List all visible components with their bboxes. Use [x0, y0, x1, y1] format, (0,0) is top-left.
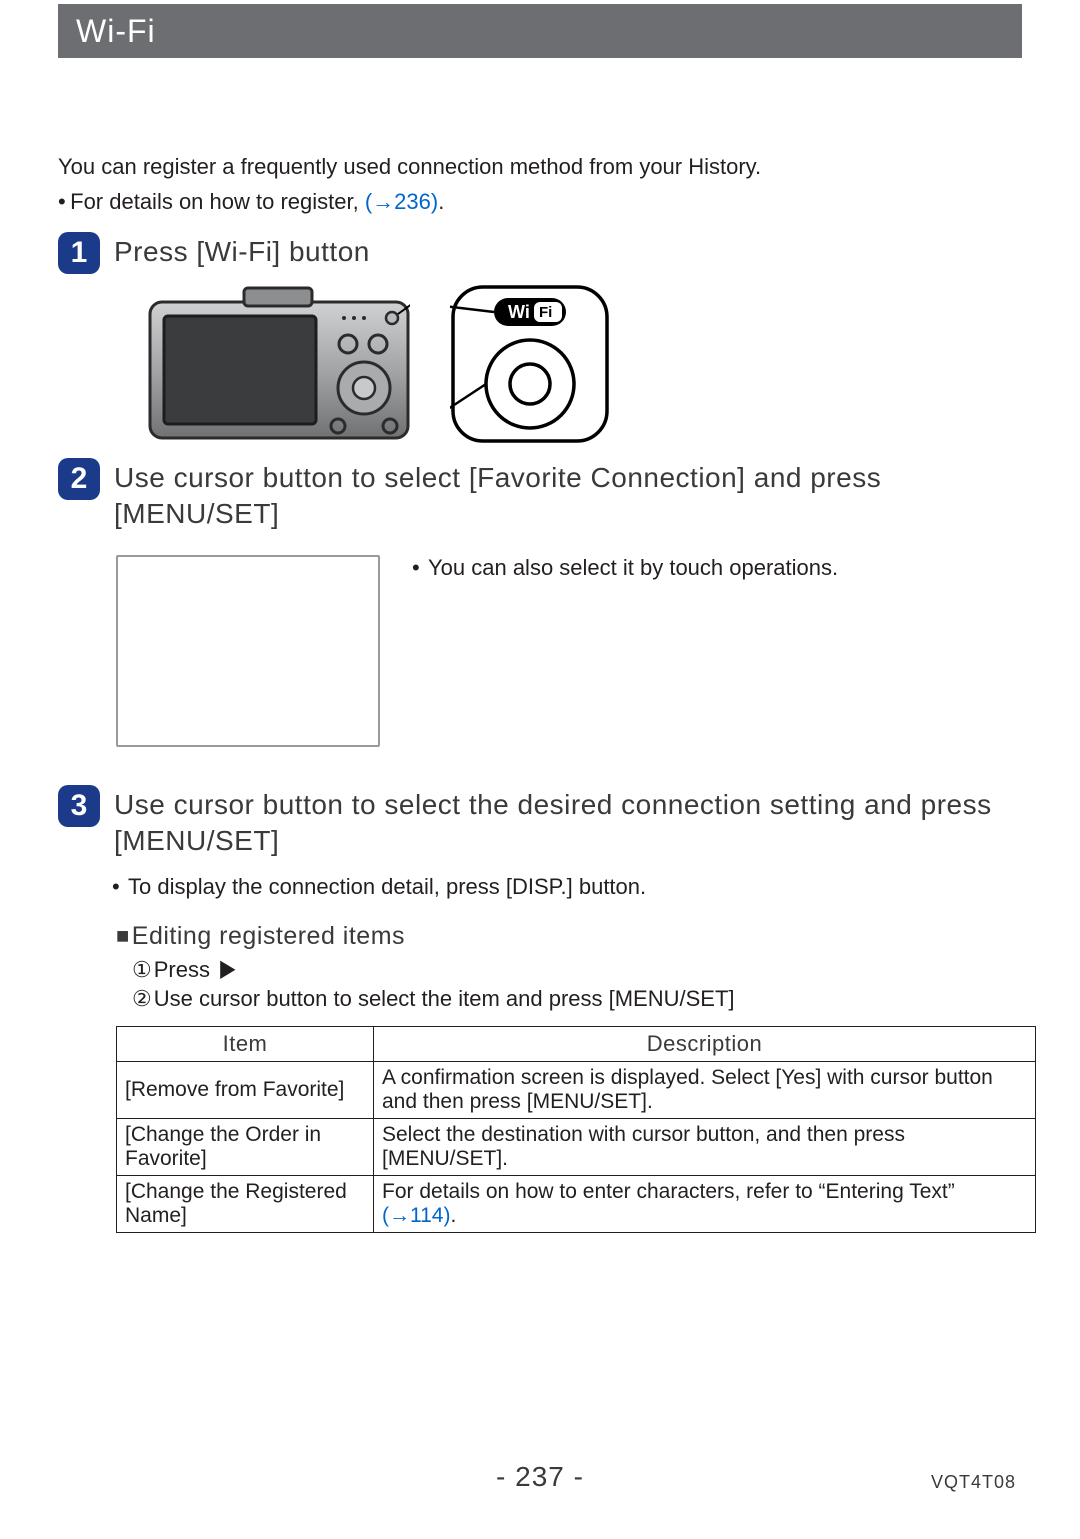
table-row: [Change the Registered Name] For details… — [117, 1175, 1036, 1232]
sub-heading: ■Editing registered items — [116, 922, 1022, 951]
circled-2-icon: ② — [132, 984, 152, 1014]
intro-bullet: • For details on how to register, (→236)… — [58, 187, 1022, 218]
cell-item: [Change the Order in Favorite] — [117, 1118, 374, 1175]
intro-line: You can register a frequently used conne… — [58, 152, 1022, 183]
page-footer: - 237 - VQT4T08 — [0, 1461, 1080, 1493]
step-2-content: • You can also select it by touch operat… — [58, 555, 1022, 747]
section-header: Wi-Fi — [58, 4, 1022, 58]
step-title: Use cursor button to select [Favorite Co… — [114, 458, 1022, 533]
sub-step-1: ①Press ▶ — [132, 955, 1022, 985]
table-header-row: Item Description — [117, 1026, 1036, 1061]
screen-placeholder — [116, 555, 380, 747]
sub-heading-text: Editing registered items — [132, 922, 405, 951]
step-3: 3 Use cursor button to select the desire… — [58, 785, 1022, 860]
step-2: 2 Use cursor button to select [Favorite … — [58, 458, 1022, 533]
col-desc: Description — [374, 1026, 1036, 1061]
table-row: [Change the Order in Favorite] Select th… — [117, 1118, 1036, 1175]
bullet-dot: • — [58, 187, 64, 218]
svg-text:Fi: Fi — [539, 304, 552, 321]
step-title: Press [Wi-Fi] button — [114, 232, 1022, 270]
note-text: You can also select it by touch operatio… — [428, 555, 838, 747]
step-title: Use cursor button to select the desired … — [114, 785, 1022, 860]
desc-suffix: . — [450, 1204, 456, 1227]
svg-text:Wi: Wi — [508, 302, 530, 322]
section-title: Wi-Fi — [76, 13, 156, 50]
circled-1-icon: ① — [132, 955, 152, 985]
intro-bullet-text: For details on how to register, — [70, 189, 365, 214]
doc-code: VQT4T08 — [931, 1472, 1016, 1493]
cell-item: [Change the Registered Name] — [117, 1175, 374, 1232]
page-ref-link[interactable]: (→114) — [382, 1204, 450, 1227]
desc-prefix: For details on how to enter characters, … — [382, 1180, 955, 1203]
page-ref-link[interactable]: (→236) — [365, 189, 438, 214]
bullet-dot: • — [112, 874, 118, 900]
cell-item: [Remove from Favorite] — [117, 1061, 374, 1118]
editing-table: Item Description [Remove from Favorite] … — [116, 1026, 1036, 1233]
sub-steps: ①Press ▶ ②Use cursor button to select th… — [116, 955, 1022, 1014]
table-row: [Remove from Favorite] A confirmation sc… — [117, 1061, 1036, 1118]
subheading-placeholder — [58, 68, 1022, 104]
intro-text: You can register a frequently used conne… — [58, 152, 1022, 218]
cell-desc: For details on how to enter characters, … — [374, 1175, 1036, 1232]
editing-section: ■Editing registered items ①Press ▶ ②Use … — [58, 922, 1022, 1233]
col-item: Item — [117, 1026, 374, 1061]
step-3-note: • To display the connection detail, pres… — [58, 874, 1022, 900]
sub-step-2-text: Use cursor button to select the item and… — [154, 984, 735, 1014]
sub-step-1-text: Press — [154, 955, 210, 985]
step-2-note: • You can also select it by touch operat… — [412, 555, 838, 747]
right-arrow-icon: ▶ — [220, 953, 235, 985]
cell-desc: A confirmation screen is displayed. Sele… — [374, 1061, 1036, 1118]
camera-back-icon — [148, 284, 410, 442]
step-number-badge: 3 — [58, 785, 100, 827]
wifi-button-callout: Wi Fi — [450, 284, 610, 444]
step-1: 1 Press [Wi-Fi] button — [58, 232, 1022, 270]
sub-step-2: ②Use cursor button to select the item an… — [132, 984, 1022, 1014]
page-number: - 237 - — [496, 1461, 584, 1492]
step-number-badge: 2 — [58, 458, 100, 500]
step-1-illustration: Wi Fi — [58, 284, 1022, 444]
intro-bullet-suffix: . — [438, 189, 444, 214]
step-number-badge: 1 — [58, 232, 100, 274]
cell-desc: Select the destination with cursor butto… — [374, 1118, 1036, 1175]
note-text: To display the connection detail, press … — [128, 874, 646, 900]
square-bullet-icon: ■ — [116, 923, 130, 949]
bullet-dot: • — [412, 555, 418, 747]
